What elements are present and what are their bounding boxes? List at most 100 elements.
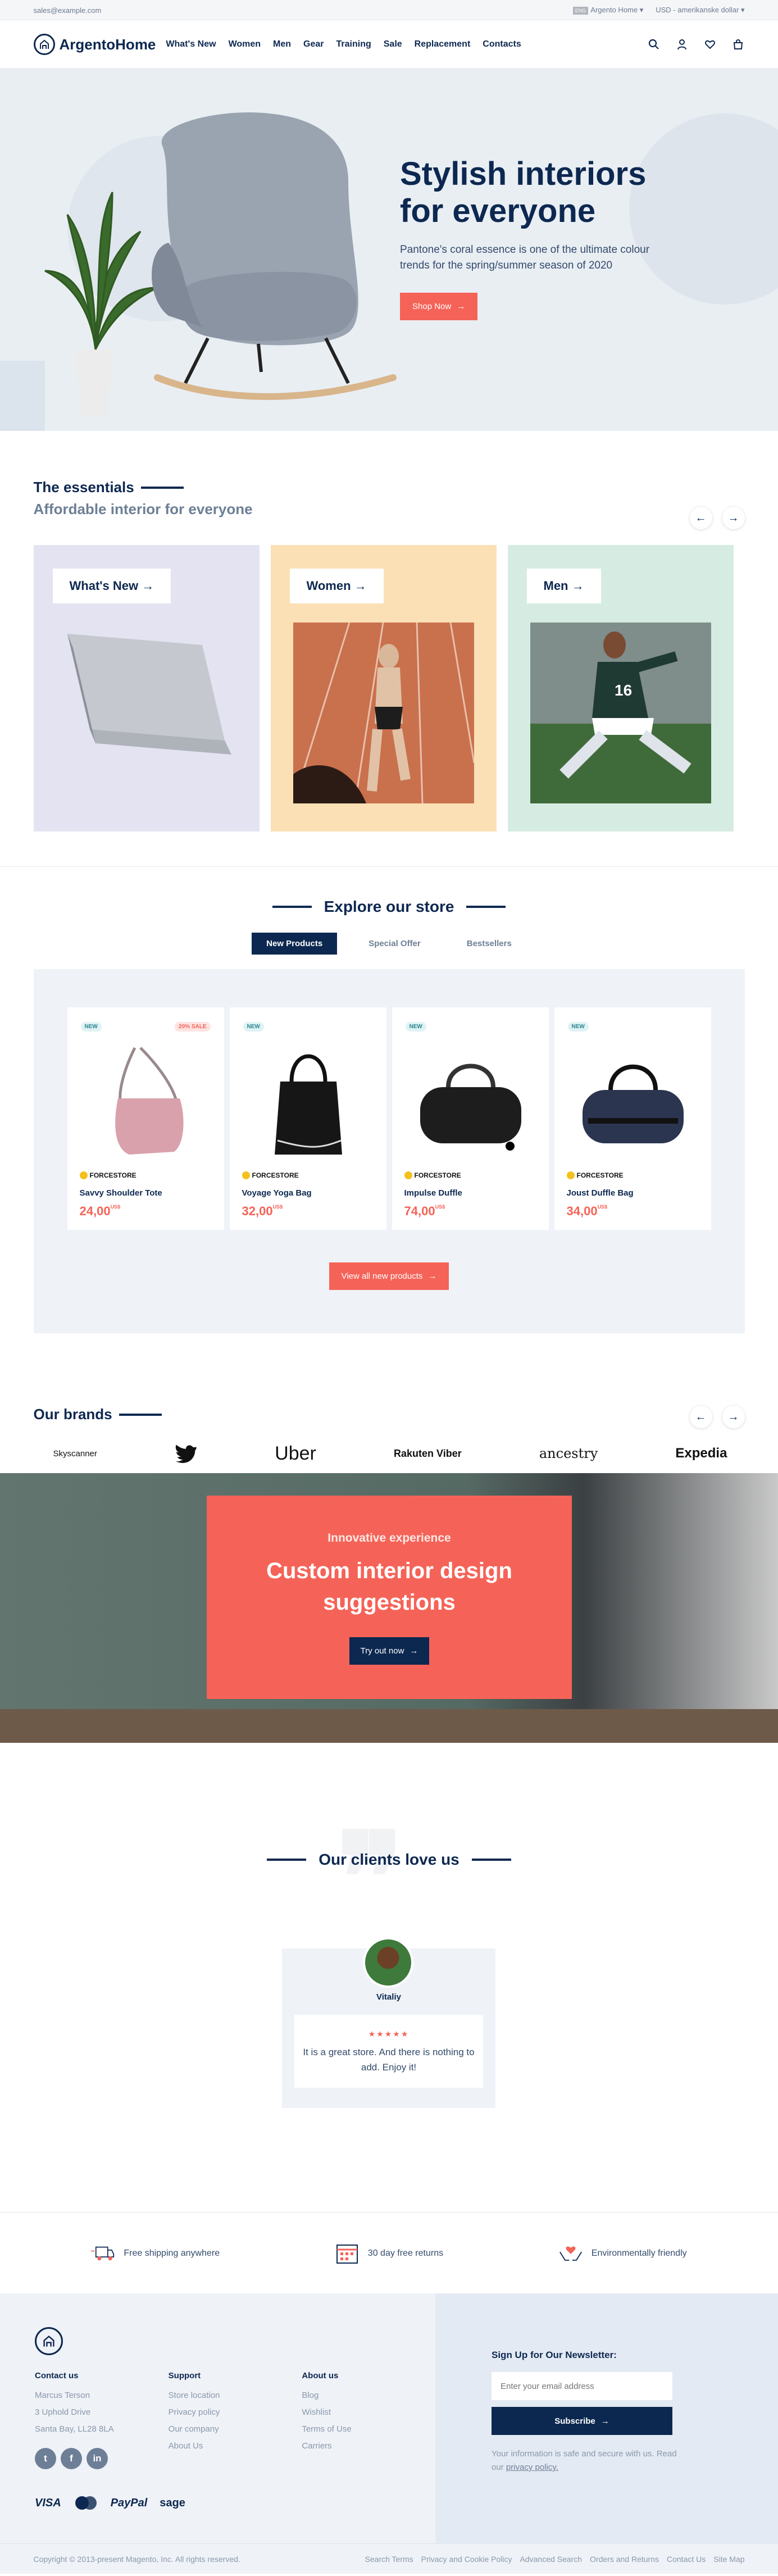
review-text: It is a great store. And there is nothin… — [303, 2047, 475, 2073]
view-all-products-button[interactable]: View all new products → — [329, 1262, 449, 1290]
nav-training[interactable]: Training — [336, 39, 371, 49]
brands-next-button[interactable]: → — [722, 1406, 745, 1428]
footer-link-blog[interactable]: Blog — [302, 2387, 435, 2404]
rating-stars: ★★★★★ — [368, 2029, 410, 2038]
linkedin-icon[interactable]: in — [87, 2448, 108, 2469]
carousel-next-button[interactable]: → — [722, 507, 745, 529]
brand-uber[interactable]: Uber — [275, 1443, 316, 1465]
contact-email-link[interactable]: sales@example.com — [34, 6, 102, 15]
nav-replacement[interactable]: Replacement — [415, 39, 471, 49]
brand-rakuten-viber[interactable]: Rakuten Viber — [394, 1448, 462, 1460]
product-name[interactable]: Savvy Shoulder Tote — [80, 1188, 162, 1198]
brand-icon — [566, 1171, 575, 1179]
product-image — [582, 1064, 684, 1143]
brand-logo: FORCESTORE — [242, 1171, 299, 1179]
product-card[interactable]: NEW FORCESTORE Voyage Yoga Bag 32,00US$ — [229, 1007, 386, 1230]
nav-whats-new[interactable]: What's New — [166, 39, 216, 49]
footer-logo-icon[interactable] — [35, 2327, 63, 2355]
title-underline — [119, 1413, 162, 1416]
nav-sale[interactable]: Sale — [384, 39, 402, 49]
truck-icon — [91, 2242, 115, 2265]
new-badge: NEW — [80, 1022, 102, 1032]
brand-logo: FORCESTORE — [404, 1171, 461, 1179]
tab-special-offer[interactable]: Special Offer — [354, 933, 435, 955]
product-card[interactable]: NEW FORCESTORE Joust Duffle Bag 34,00US$ — [554, 1007, 711, 1230]
category-card-whats-new[interactable]: What's New → — [33, 545, 260, 832]
footer-link-site-map[interactable]: Site Map — [713, 2555, 744, 2564]
twitter-icon[interactable]: t — [35, 2448, 56, 2469]
search-icon[interactable] — [647, 38, 661, 51]
facebook-icon[interactable]: f — [61, 2448, 82, 2469]
contact-line: Santa Bay, LL28 8LA — [35, 2424, 114, 2434]
tab-bestsellers[interactable]: Bestsellers — [452, 933, 526, 955]
store-switcher[interactable]: ENG Argento Home ▾ — [572, 6, 643, 15]
site-logo[interactable]: ArgentoHome — [33, 34, 156, 55]
category-label: What's New — [69, 579, 139, 593]
footer-link-advanced-search[interactable]: Advanced Search — [520, 2555, 583, 2564]
footer-link-privacy-cookie[interactable]: Privacy and Cookie Policy — [421, 2555, 512, 2564]
arrow-right-icon: → — [600, 2416, 609, 2426]
product-price: 24,00US$ — [80, 1204, 121, 1219]
currency-label: USD - amerikanske dollar — [656, 6, 739, 14]
brand-ancestry[interactable]: ancestry — [539, 1446, 598, 1461]
store-flag: ENG — [572, 7, 589, 15]
nav-women[interactable]: Women — [229, 39, 261, 49]
hero-chair-image — [44, 112, 397, 417]
try-out-label: Try out now — [360, 1646, 404, 1656]
new-badge: NEW — [405, 1022, 426, 1032]
nav-men[interactable]: Men — [273, 39, 291, 49]
newsletter-email-input[interactable] — [492, 2372, 672, 2400]
footer-link-orders-returns[interactable]: Orders and Returns — [590, 2555, 659, 2564]
category-label: Women — [306, 579, 351, 593]
footer-about: About us Blog Wishlist Terms of Use Carr… — [302, 2371, 435, 2469]
footer-about-title: About us — [302, 2371, 339, 2380]
brand-expedia[interactable]: Expedia — [675, 1446, 727, 1461]
category-link-men[interactable]: Men → — [526, 569, 601, 603]
feature-eco: Environmentally friendly — [559, 2242, 687, 2265]
account-icon[interactable] — [675, 38, 689, 51]
category-link-whats-new[interactable]: What's New → — [52, 569, 171, 603]
tab-new-products[interactable]: New Products — [252, 933, 338, 955]
nav-gear[interactable]: Gear — [303, 39, 324, 49]
subscribe-button[interactable]: Subscribe → — [492, 2407, 672, 2435]
footer-link-terms[interactable]: Terms of Use — [302, 2421, 435, 2438]
calendar-icon — [335, 2242, 359, 2265]
wishlist-icon[interactable] — [703, 38, 717, 51]
footer-link-wishlist[interactable]: Wishlist — [302, 2404, 435, 2421]
product-name[interactable]: Impulse Duffle — [404, 1188, 462, 1198]
cart-icon[interactable] — [731, 38, 745, 51]
arrow-right-icon: → — [428, 1271, 437, 1281]
try-out-now-button[interactable]: Try out now → — [349, 1637, 430, 1665]
category-card-women[interactable]: Women → — [270, 545, 497, 832]
footer-link-store-location[interactable]: Store location — [169, 2387, 302, 2404]
currency-switcher[interactable]: USD - amerikanske dollar ▾ — [656, 6, 744, 15]
store-name: Argento Home — [590, 6, 638, 14]
brand-skyscanner[interactable]: Skyscanner — [53, 1449, 97, 1459]
newsletter-panel: Sign Up for Our Newsletter: Subscribe → Y… — [435, 2293, 778, 2543]
shop-now-button[interactable]: Shop Now → — [400, 293, 478, 320]
footer-contact: Contact us Marcus Terson 3 Uphold Drive … — [35, 2371, 169, 2469]
testimonials-section: ❞ Our clients love us Vitaliy ★★★★★ It i… — [0, 1816, 778, 2212]
paypal-icon: PayPal — [110, 2496, 148, 2509]
product-name[interactable]: Joust Duffle Bag — [567, 1188, 634, 1198]
carousel-prev-button[interactable]: ← — [689, 507, 712, 529]
product-name[interactable]: Voyage Yoga Bag — [242, 1188, 312, 1198]
nav-contacts[interactable]: Contacts — [483, 39, 521, 49]
features-bar: Free shipping anywhere 30 day free retur… — [0, 2212, 778, 2293]
product-card[interactable]: NEW FORCESTORE Impulse Duffle 74,00US$ — [392, 1007, 549, 1230]
category-card-men[interactable]: Men → 16 — [507, 545, 734, 832]
product-card[interactable]: NEW 20% SALE FORCESTORE Savvy Shoulder T… — [67, 1007, 224, 1230]
footer-link-carriers[interactable]: Carriers — [302, 2438, 435, 2455]
footer-link-search-terms[interactable]: Search Terms — [365, 2555, 413, 2564]
footer-link-about-us[interactable]: About Us — [169, 2438, 302, 2455]
footer-link-contact-us[interactable]: Contact Us — [667, 2555, 706, 2564]
privacy-policy-link[interactable]: privacy policy. — [506, 2463, 558, 2472]
title-line-left — [272, 906, 312, 908]
footer-link-privacy-policy[interactable]: Privacy policy — [169, 2404, 302, 2421]
twitter-icon[interactable] — [175, 1444, 197, 1463]
footer-link-our-company[interactable]: Our company — [169, 2421, 302, 2438]
price-currency: US$ — [272, 1204, 283, 1210]
view-all-label: View all new products — [341, 1271, 423, 1281]
category-link-women[interactable]: Women → — [289, 569, 384, 603]
brands-prev-button[interactable]: ← — [689, 1406, 712, 1428]
